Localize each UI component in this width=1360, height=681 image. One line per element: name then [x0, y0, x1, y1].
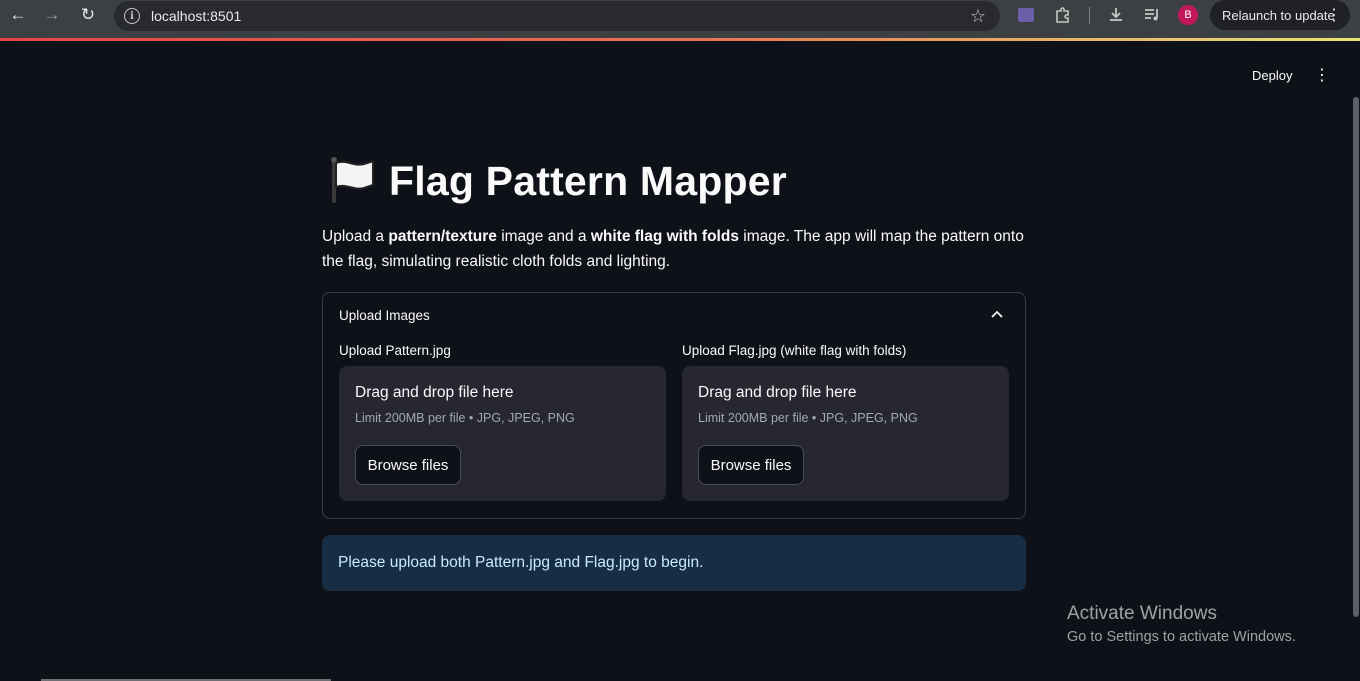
browser-toolbar: ← → ↻ i localhost:8501 ☆ B Relaunch to u…	[0, 0, 1360, 38]
chevron-up-icon[interactable]	[989, 307, 1005, 323]
extension-image-icon[interactable]	[1014, 3, 1038, 27]
app-description: Upload a pattern/texture image and a whi…	[322, 224, 1026, 274]
watermark-subtitle: Go to Settings to activate Windows.	[1067, 629, 1296, 645]
bookmark-star-icon[interactable]: ☆	[970, 6, 986, 27]
uploader-label: Upload Pattern.jpg	[339, 343, 451, 358]
browser-menu-icon[interactable]: ⋮	[1326, 5, 1342, 25]
browse-files-button[interactable]: Browse files	[698, 445, 804, 485]
reload-icon[interactable]: ↻	[70, 0, 106, 30]
file-dropzone[interactable]: Drag and drop file here Limit 200MB per …	[339, 366, 666, 501]
relaunch-label: Relaunch to update	[1222, 7, 1335, 23]
browse-files-button[interactable]: Browse files	[355, 445, 461, 485]
desc-text-1: Upload a	[322, 228, 389, 245]
dropzone-title: Drag and drop file here	[698, 384, 857, 401]
upload-images-expander: Upload Images Upload Pattern.jpg Drag an…	[322, 292, 1026, 519]
header-decoration-line	[0, 38, 1360, 41]
activate-windows-watermark: Activate Windows Go to Settings to activ…	[1067, 603, 1296, 645]
url-text[interactable]: localhost:8501	[151, 8, 241, 24]
media-control-icon[interactable]	[1140, 3, 1164, 27]
download-icon[interactable]	[1104, 3, 1128, 27]
dropzone-limit: Limit 200MB per file • JPG, JPEG, PNG	[355, 411, 575, 425]
file-dropzone[interactable]: Drag and drop file here Limit 200MB per …	[682, 366, 1009, 501]
relaunch-button[interactable]: Relaunch to update ⋮	[1210, 0, 1350, 30]
watermark-title: Activate Windows	[1067, 603, 1217, 624]
extensions-puzzle-icon[interactable]	[1051, 3, 1075, 27]
pattern-uploader: Upload Pattern.jpg Drag and drop file he…	[339, 343, 666, 501]
desc-bold-flag: white flag with folds	[590, 228, 739, 245]
toolbar-divider	[1089, 7, 1090, 24]
main-content: Flag Pattern Mapper Upload a pattern/tex…	[322, 150, 1026, 591]
desc-text-2: image and a	[496, 228, 591, 245]
dropzone-limit: Limit 200MB per file • JPG, JPEG, PNG	[698, 411, 918, 425]
desc-bold-pattern: pattern/texture	[388, 228, 497, 245]
address-bar[interactable]: i localhost:8501 ☆	[114, 1, 1000, 31]
expander-label[interactable]: Upload Images	[339, 308, 430, 323]
forward-icon[interactable]: →	[34, 0, 70, 30]
app-menu-icon[interactable]: ⋮	[1313, 63, 1331, 87]
page-title-row: Flag Pattern Mapper	[322, 150, 1026, 212]
info-alert: Please upload both Pattern.jpg and Flag.…	[322, 535, 1026, 591]
deploy-button[interactable]: Deploy	[1244, 63, 1300, 87]
back-icon[interactable]: ←	[0, 0, 36, 30]
site-info-icon[interactable]: i	[124, 8, 140, 24]
info-message: Please upload both Pattern.jpg and Flag.…	[338, 554, 704, 571]
uploader-label: Upload Flag.jpg (white flag with folds)	[682, 343, 907, 358]
page-title: Flag Pattern Mapper	[389, 157, 787, 204]
dropzone-title: Drag and drop file here	[355, 384, 514, 401]
profile-avatar[interactable]: B	[1178, 5, 1198, 25]
white-flag-icon	[331, 157, 374, 203]
flag-uploader: Upload Flag.jpg (white flag with folds) …	[682, 343, 1009, 501]
page-scrollbar[interactable]	[1353, 97, 1359, 617]
